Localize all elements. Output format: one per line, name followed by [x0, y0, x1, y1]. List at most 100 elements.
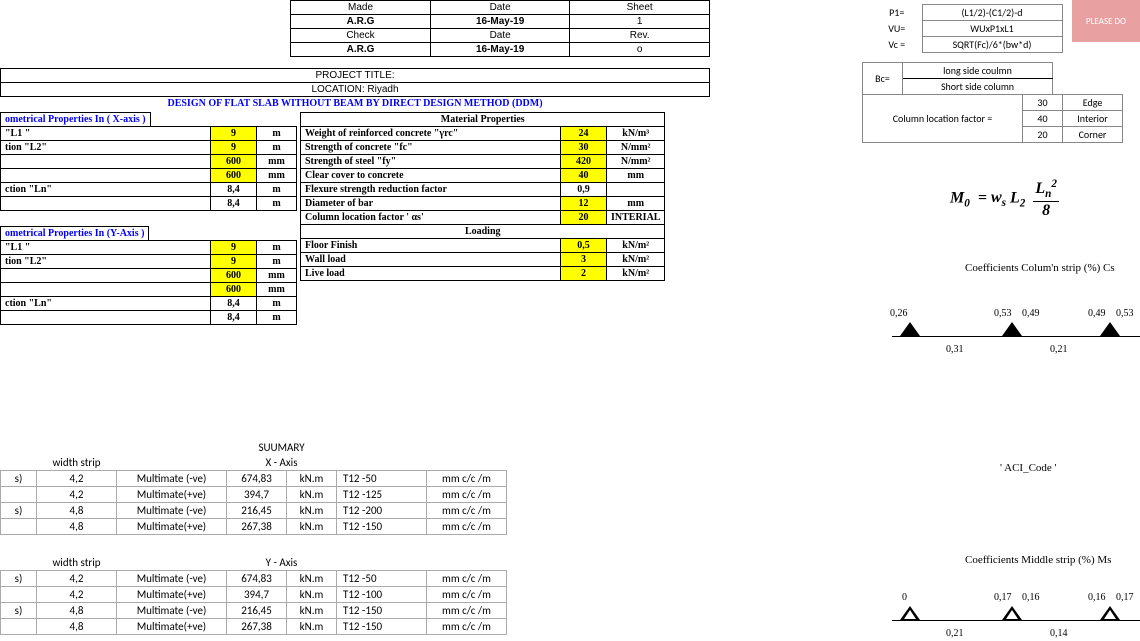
mat-unit: INTERIAL — [607, 211, 665, 225]
mat-value[interactable]: 420 — [561, 155, 607, 169]
project-title-row: PROJECT TITLE: LOCATION: Riyadh — [0, 68, 710, 97]
prop-value[interactable]: 9 — [211, 141, 257, 155]
sum-c0: s) — [1, 471, 37, 487]
y-props-table: ometrical Properties In (Y-Axis ) — [0, 226, 149, 241]
mat-value: 0,9 — [561, 183, 607, 197]
date-label: Date — [430, 1, 569, 15]
sum-val: 394,7 — [227, 487, 287, 503]
load-value[interactable]: 0,5 — [561, 239, 607, 253]
prop-value[interactable]: 9 — [211, 127, 257, 141]
mat-unit: mm — [607, 169, 665, 183]
def-val: SQRT(Fc)/6*(bw*d) — [922, 37, 1062, 53]
prop-value[interactable]: 600 — [211, 283, 257, 297]
location-value: Riyadh — [367, 84, 398, 95]
rev-label: Rev. — [570, 29, 710, 43]
mat-value[interactable]: 24 — [561, 127, 607, 141]
ms-a: 0 — [902, 592, 907, 603]
cs-mid2: 0,21 — [1050, 344, 1068, 355]
sum-val: 674,83 — [227, 471, 287, 487]
load-value[interactable]: 2 — [561, 267, 607, 281]
prop-unit: m — [257, 297, 297, 311]
def-key: VU= — [872, 21, 922, 37]
bc-table: Bc= long side coulmn Short side column — [862, 62, 1053, 95]
x-axis-label: X - Axis — [227, 455, 337, 471]
cs-c: 0,49 — [1022, 308, 1040, 319]
please-do-banner: PLEASE DO — [1072, 0, 1140, 42]
cs-e: 0,53 — [1116, 308, 1134, 319]
load-unit: kN/m² — [607, 253, 665, 267]
x-props-rows: "L1 " 9 m tion "L2" 9 m 600 mm 600 mm ct… — [0, 126, 297, 211]
sum-bar: T12 -125 — [337, 487, 427, 503]
prop-unit: m — [257, 197, 297, 211]
sum-width: 4,8 — [37, 602, 117, 618]
prop-value: 8,4 — [211, 197, 257, 211]
x-props-header: ometrical Properties In ( X-axis ) — [1, 113, 151, 127]
prop-label: ction "Ln" — [1, 297, 211, 311]
triangle-open-icon — [1002, 606, 1022, 620]
clf-table: Column location factor = 30 Edge 40Inter… — [862, 94, 1123, 143]
y-props-rows: "L1 " 9 m tion "L2" 9 m 600 mm 600 mm ct… — [0, 240, 297, 325]
sum-bar: T12 -150 — [337, 519, 427, 535]
bc-top: long side coulmn — [903, 63, 1053, 79]
cs-mid1: 0,31 — [946, 344, 964, 355]
sum-unit: kN.m — [287, 586, 337, 602]
material-table: Material Properties Weight of reinforced… — [300, 112, 665, 281]
load-value[interactable]: 3 — [561, 253, 607, 267]
mat-label: Diameter of bar — [301, 197, 561, 211]
load-label: Live load — [301, 267, 561, 281]
prop-label — [1, 155, 211, 169]
header-meta-table: Made Date Sheet A.R.G 16-May-19 1 Check … — [290, 0, 710, 57]
prop-label — [1, 169, 211, 183]
sum-unit: kN.m — [287, 487, 337, 503]
prop-value[interactable]: 600 — [211, 269, 257, 283]
sum-mult: Multimate (-ve) — [117, 570, 227, 586]
date-label2: Date — [430, 29, 569, 43]
mat-value[interactable]: 40 — [561, 169, 607, 183]
width-strip-label: width strip — [37, 455, 117, 471]
prop-value[interactable]: 9 — [211, 255, 257, 269]
ms-mid2: 0,14 — [1050, 628, 1068, 639]
prop-unit: m — [257, 183, 297, 197]
sum-cc: mm c/c /m — [427, 586, 507, 602]
sum-width: 4,2 — [37, 471, 117, 487]
prop-value[interactable]: 9 — [211, 241, 257, 255]
sum-bar: T12 -200 — [337, 503, 427, 519]
sum-bar: T12 -100 — [337, 586, 427, 602]
mat-value[interactable]: 12 — [561, 197, 607, 211]
prop-value[interactable]: 600 — [211, 155, 257, 169]
sum-mult: Multimate(+ve) — [117, 519, 227, 535]
prop-value[interactable]: 600 — [211, 169, 257, 183]
mat-value[interactable]: 30 — [561, 141, 607, 155]
prop-label: "L1 " — [1, 127, 211, 141]
prop-value: 8,4 — [211, 183, 257, 197]
def-val: WUxP1xL1 — [922, 21, 1062, 37]
x-props-table: ometrical Properties In ( X-axis ) — [0, 112, 151, 127]
triangle-open-icon — [900, 606, 920, 620]
made-value: A.R.G — [291, 15, 431, 29]
mat-unit: N/mm² — [607, 141, 665, 155]
sum-c0: s) — [1, 570, 37, 586]
prop-unit: m — [257, 241, 297, 255]
sum-val: 267,38 — [227, 519, 287, 535]
sum-c0: s) — [1, 503, 37, 519]
prop-unit: m — [257, 141, 297, 155]
cs-b: 0,53 — [994, 308, 1012, 319]
definitions-table: P1= (L1/2)-(C1/2)-d VU= WUxP1xL1 Vc = SQ… — [872, 4, 1063, 53]
coef-cs-label: Coefficients Colum'n strip (%) Cs — [965, 262, 1115, 274]
load-label: Wall load — [301, 253, 561, 267]
project-title-label: PROJECT TITLE: — [1, 69, 710, 83]
sum-mult: Multimate(+ve) — [117, 618, 227, 634]
rev-value: o — [570, 43, 710, 57]
sum-val: 216,45 — [227, 602, 287, 618]
aci-code-label: ' ACI_Code ' — [1000, 462, 1057, 474]
clf-label: Column location factor = — [863, 95, 1023, 143]
sheet-value: 1 — [570, 15, 710, 29]
load-label: Floor Finish — [301, 239, 561, 253]
cs-a: 0,26 — [890, 308, 908, 319]
prop-unit: m — [257, 127, 297, 141]
mat-value[interactable]: 20 — [561, 211, 607, 225]
sum-cc: mm c/c /m — [427, 487, 507, 503]
sum-bar: T12 -50 — [337, 570, 427, 586]
design-method-title: DESIGN OF FLAT SLAB WITHOUT BEAM BY DIRE… — [0, 98, 710, 109]
prop-label: tion "L2" — [1, 255, 211, 269]
